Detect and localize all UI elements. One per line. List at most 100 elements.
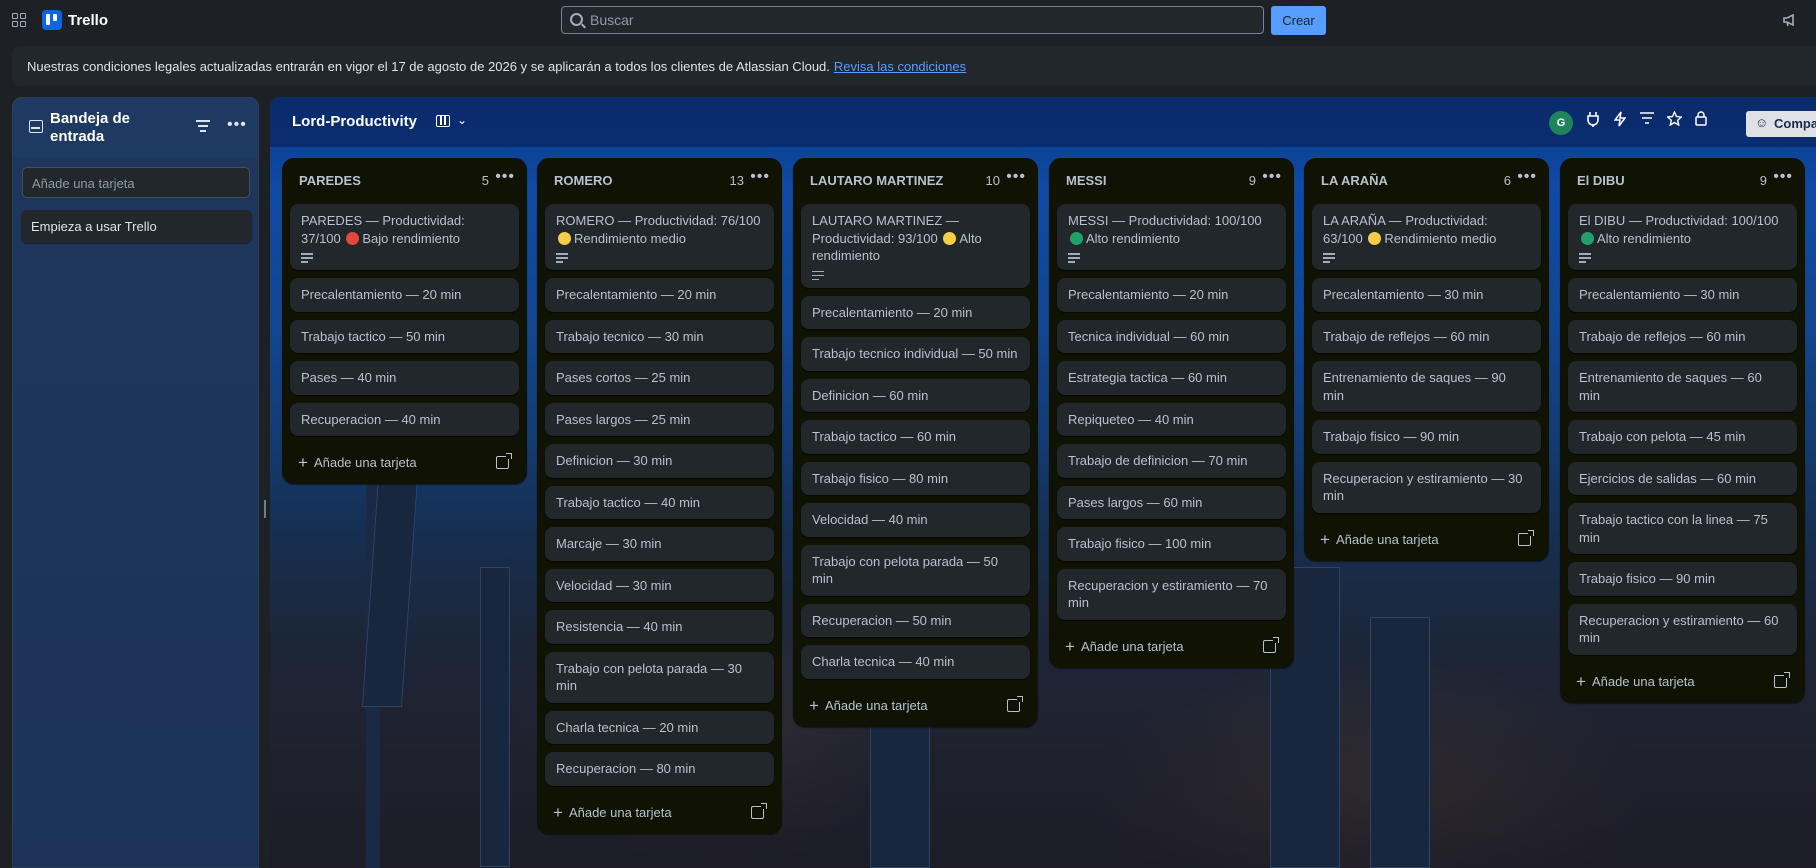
- add-card-button[interactable]: Añade una tarjeta: [809, 696, 928, 716]
- list-more-icon[interactable]: •••: [1262, 168, 1282, 186]
- app-switcher-icon[interactable]: [12, 13, 26, 27]
- task-card[interactable]: Pases largos — 25 min: [545, 402, 774, 436]
- list-header[interactable]: El DIBU 9 •••: [1568, 158, 1797, 204]
- task-card[interactable]: Velocidad — 40 min: [801, 503, 1030, 537]
- task-card[interactable]: Charla tecnica — 20 min: [545, 710, 774, 744]
- search-input[interactable]: Buscar: [561, 6, 1264, 34]
- list-header[interactable]: LAUTARO MARTINEZ 10 •••: [801, 158, 1030, 204]
- task-card[interactable]: Trabajo con pelota parada — 30 min: [545, 651, 774, 703]
- task-card[interactable]: Trabajo tactico — 50 min: [290, 319, 519, 353]
- list-title[interactable]: MESSI: [1066, 173, 1106, 188]
- task-card[interactable]: Trabajo de definicion — 70 min: [1057, 444, 1286, 478]
- task-card[interactable]: Trabajo fisico — 100 min: [1057, 527, 1286, 561]
- task-card[interactable]: Trabajo de reflejos — 60 min: [1568, 319, 1797, 353]
- add-card-button[interactable]: Añade una tarjeta: [1065, 637, 1184, 657]
- list-header[interactable]: PAREDES 5 •••: [290, 158, 519, 204]
- share-button[interactable]: Compa: [1746, 111, 1816, 137]
- task-card[interactable]: Pases — 40 min: [290, 361, 519, 395]
- list-title[interactable]: ROMERO: [554, 173, 613, 188]
- task-card[interactable]: Precalentamiento — 20 min: [290, 278, 519, 312]
- banner-link[interactable]: Revisa las condiciones: [834, 59, 966, 74]
- filter-icon[interactable]: [1638, 111, 1656, 128]
- summary-card[interactable]: PAREDES — Productividad: 37/100 Bajo ren…: [290, 204, 519, 270]
- task-card[interactable]: Entrenamiento de saques — 90 min: [1312, 361, 1541, 412]
- task-card[interactable]: Recuperacion — 40 min: [290, 402, 519, 436]
- power-ups-icon[interactable]: [1584, 111, 1602, 131]
- task-card[interactable]: Trabajo fisico — 80 min: [801, 461, 1030, 495]
- list-title[interactable]: LAUTARO MARTINEZ: [810, 173, 943, 188]
- task-card[interactable]: Marcaje — 30 min: [545, 527, 774, 561]
- star-icon[interactable]: [1665, 110, 1683, 130]
- card-template-icon[interactable]: [1518, 529, 1534, 546]
- automation-icon[interactable]: [1611, 111, 1629, 131]
- task-card[interactable]: Entrenamiento de saques — 60 min: [1568, 361, 1797, 412]
- task-card[interactable]: Ejercicios de salidas — 60 min: [1568, 461, 1797, 495]
- task-card[interactable]: Trabajo con pelota parada — 50 min: [801, 544, 1030, 596]
- inbox-add-card-input[interactable]: Añade una tarjeta: [22, 167, 250, 198]
- card-template-icon[interactable]: [1774, 671, 1790, 688]
- add-card-button[interactable]: Añade una tarjeta: [1320, 530, 1439, 550]
- summary-card[interactable]: MESSI — Productividad: 100/100 Alto rend…: [1057, 204, 1286, 270]
- list-title[interactable]: PAREDES: [299, 173, 361, 188]
- list-more-icon[interactable]: •••: [750, 168, 770, 186]
- list-more-icon[interactable]: •••: [1773, 168, 1793, 186]
- add-card-button[interactable]: Añade una tarjeta: [298, 453, 417, 473]
- task-card[interactable]: Trabajo fisico — 90 min: [1568, 562, 1797, 596]
- task-card[interactable]: Trabajo con pelota — 45 min: [1568, 420, 1797, 454]
- task-card[interactable]: Recuperacion — 50 min: [801, 603, 1030, 637]
- trello-logo[interactable]: Trello: [42, 10, 108, 30]
- task-card[interactable]: Recuperacion — 80 min: [545, 752, 774, 786]
- summary-card[interactable]: LA ARAÑA — Productividad: 63/100 Rendimi…: [1312, 204, 1541, 270]
- task-card[interactable]: Precalentamiento — 20 min: [801, 295, 1030, 329]
- list-title[interactable]: El DIBU: [1577, 173, 1625, 188]
- task-card[interactable]: Trabajo tecnico individual — 50 min: [801, 337, 1030, 371]
- card-template-icon[interactable]: [1007, 695, 1023, 712]
- list-more-icon[interactable]: •••: [1517, 168, 1537, 186]
- list-more-icon[interactable]: •••: [1006, 168, 1026, 186]
- task-card[interactable]: Recuperacion y estiramiento — 30 min: [1312, 461, 1541, 513]
- task-card[interactable]: Charla tecnica — 40 min: [801, 645, 1030, 679]
- panel-resize-handle[interactable]: [264, 500, 266, 518]
- list-header[interactable]: MESSI 9 •••: [1057, 158, 1286, 204]
- member-avatar[interactable]: G: [1549, 111, 1573, 135]
- task-card[interactable]: Definicion — 30 min: [545, 444, 774, 478]
- inbox-more-icon[interactable]: •••: [227, 116, 247, 134]
- task-card[interactable]: Recuperacion y estiramiento — 60 min: [1568, 603, 1797, 655]
- task-card[interactable]: Precalentamiento — 30 min: [1312, 278, 1541, 312]
- task-card[interactable]: Trabajo tactico — 40 min: [545, 485, 774, 519]
- create-button[interactable]: Crear: [1271, 6, 1326, 35]
- inbox-card[interactable]: Empieza a usar Trello: [21, 210, 252, 243]
- megaphone-icon[interactable]: [1782, 12, 1798, 28]
- task-card[interactable]: Precalentamiento — 30 min: [1568, 278, 1797, 312]
- chevron-down-icon[interactable]: ⌄: [457, 113, 467, 127]
- task-card[interactable]: Trabajo tactico — 60 min: [801, 420, 1030, 454]
- task-card[interactable]: Precalentamiento — 20 min: [1057, 278, 1286, 312]
- list-header[interactable]: LA ARAÑA 6 •••: [1312, 158, 1541, 204]
- card-template-icon[interactable]: [496, 453, 512, 469]
- task-card[interactable]: Pases cortos — 25 min: [545, 361, 774, 395]
- board-view-icon[interactable]: [436, 115, 450, 127]
- add-card-button[interactable]: Añade una tarjeta: [553, 803, 672, 823]
- task-card[interactable]: Pases largos — 60 min: [1057, 485, 1286, 519]
- task-card[interactable]: Velocidad — 30 min: [545, 568, 774, 602]
- task-card[interactable]: Definicion — 60 min: [801, 378, 1030, 412]
- task-card[interactable]: Tecnica individual — 60 min: [1057, 319, 1286, 353]
- task-card[interactable]: Trabajo tecnico — 30 min: [545, 319, 774, 353]
- task-card[interactable]: Trabajo fisico — 90 min: [1312, 420, 1541, 454]
- summary-card[interactable]: ROMERO — Productividad: 76/100 Rendimien…: [545, 204, 774, 270]
- add-card-button[interactable]: Añade una tarjeta: [1576, 672, 1695, 692]
- lock-icon[interactable]: [1692, 111, 1710, 130]
- list-title[interactable]: LA ARAÑA: [1321, 173, 1388, 188]
- task-card[interactable]: Trabajo tactico con la linea — 75 min: [1568, 503, 1797, 554]
- list-header[interactable]: ROMERO 13 •••: [545, 158, 774, 204]
- task-card[interactable]: Repiqueteo — 40 min: [1057, 402, 1286, 436]
- list-more-icon[interactable]: •••: [495, 168, 515, 186]
- task-card[interactable]: Estrategia tactica — 60 min: [1057, 361, 1286, 395]
- task-card[interactable]: Trabajo de reflejos — 60 min: [1312, 319, 1541, 353]
- filter-icon[interactable]: [196, 120, 210, 132]
- task-card[interactable]: Recuperacion y estiramiento — 70 min: [1057, 568, 1286, 620]
- summary-card[interactable]: El DIBU — Productividad: 100/100 Alto re…: [1568, 204, 1797, 270]
- card-template-icon[interactable]: [751, 802, 767, 819]
- task-card[interactable]: Resistencia — 40 min: [545, 610, 774, 644]
- board-title[interactable]: Lord-Productivity: [292, 113, 417, 130]
